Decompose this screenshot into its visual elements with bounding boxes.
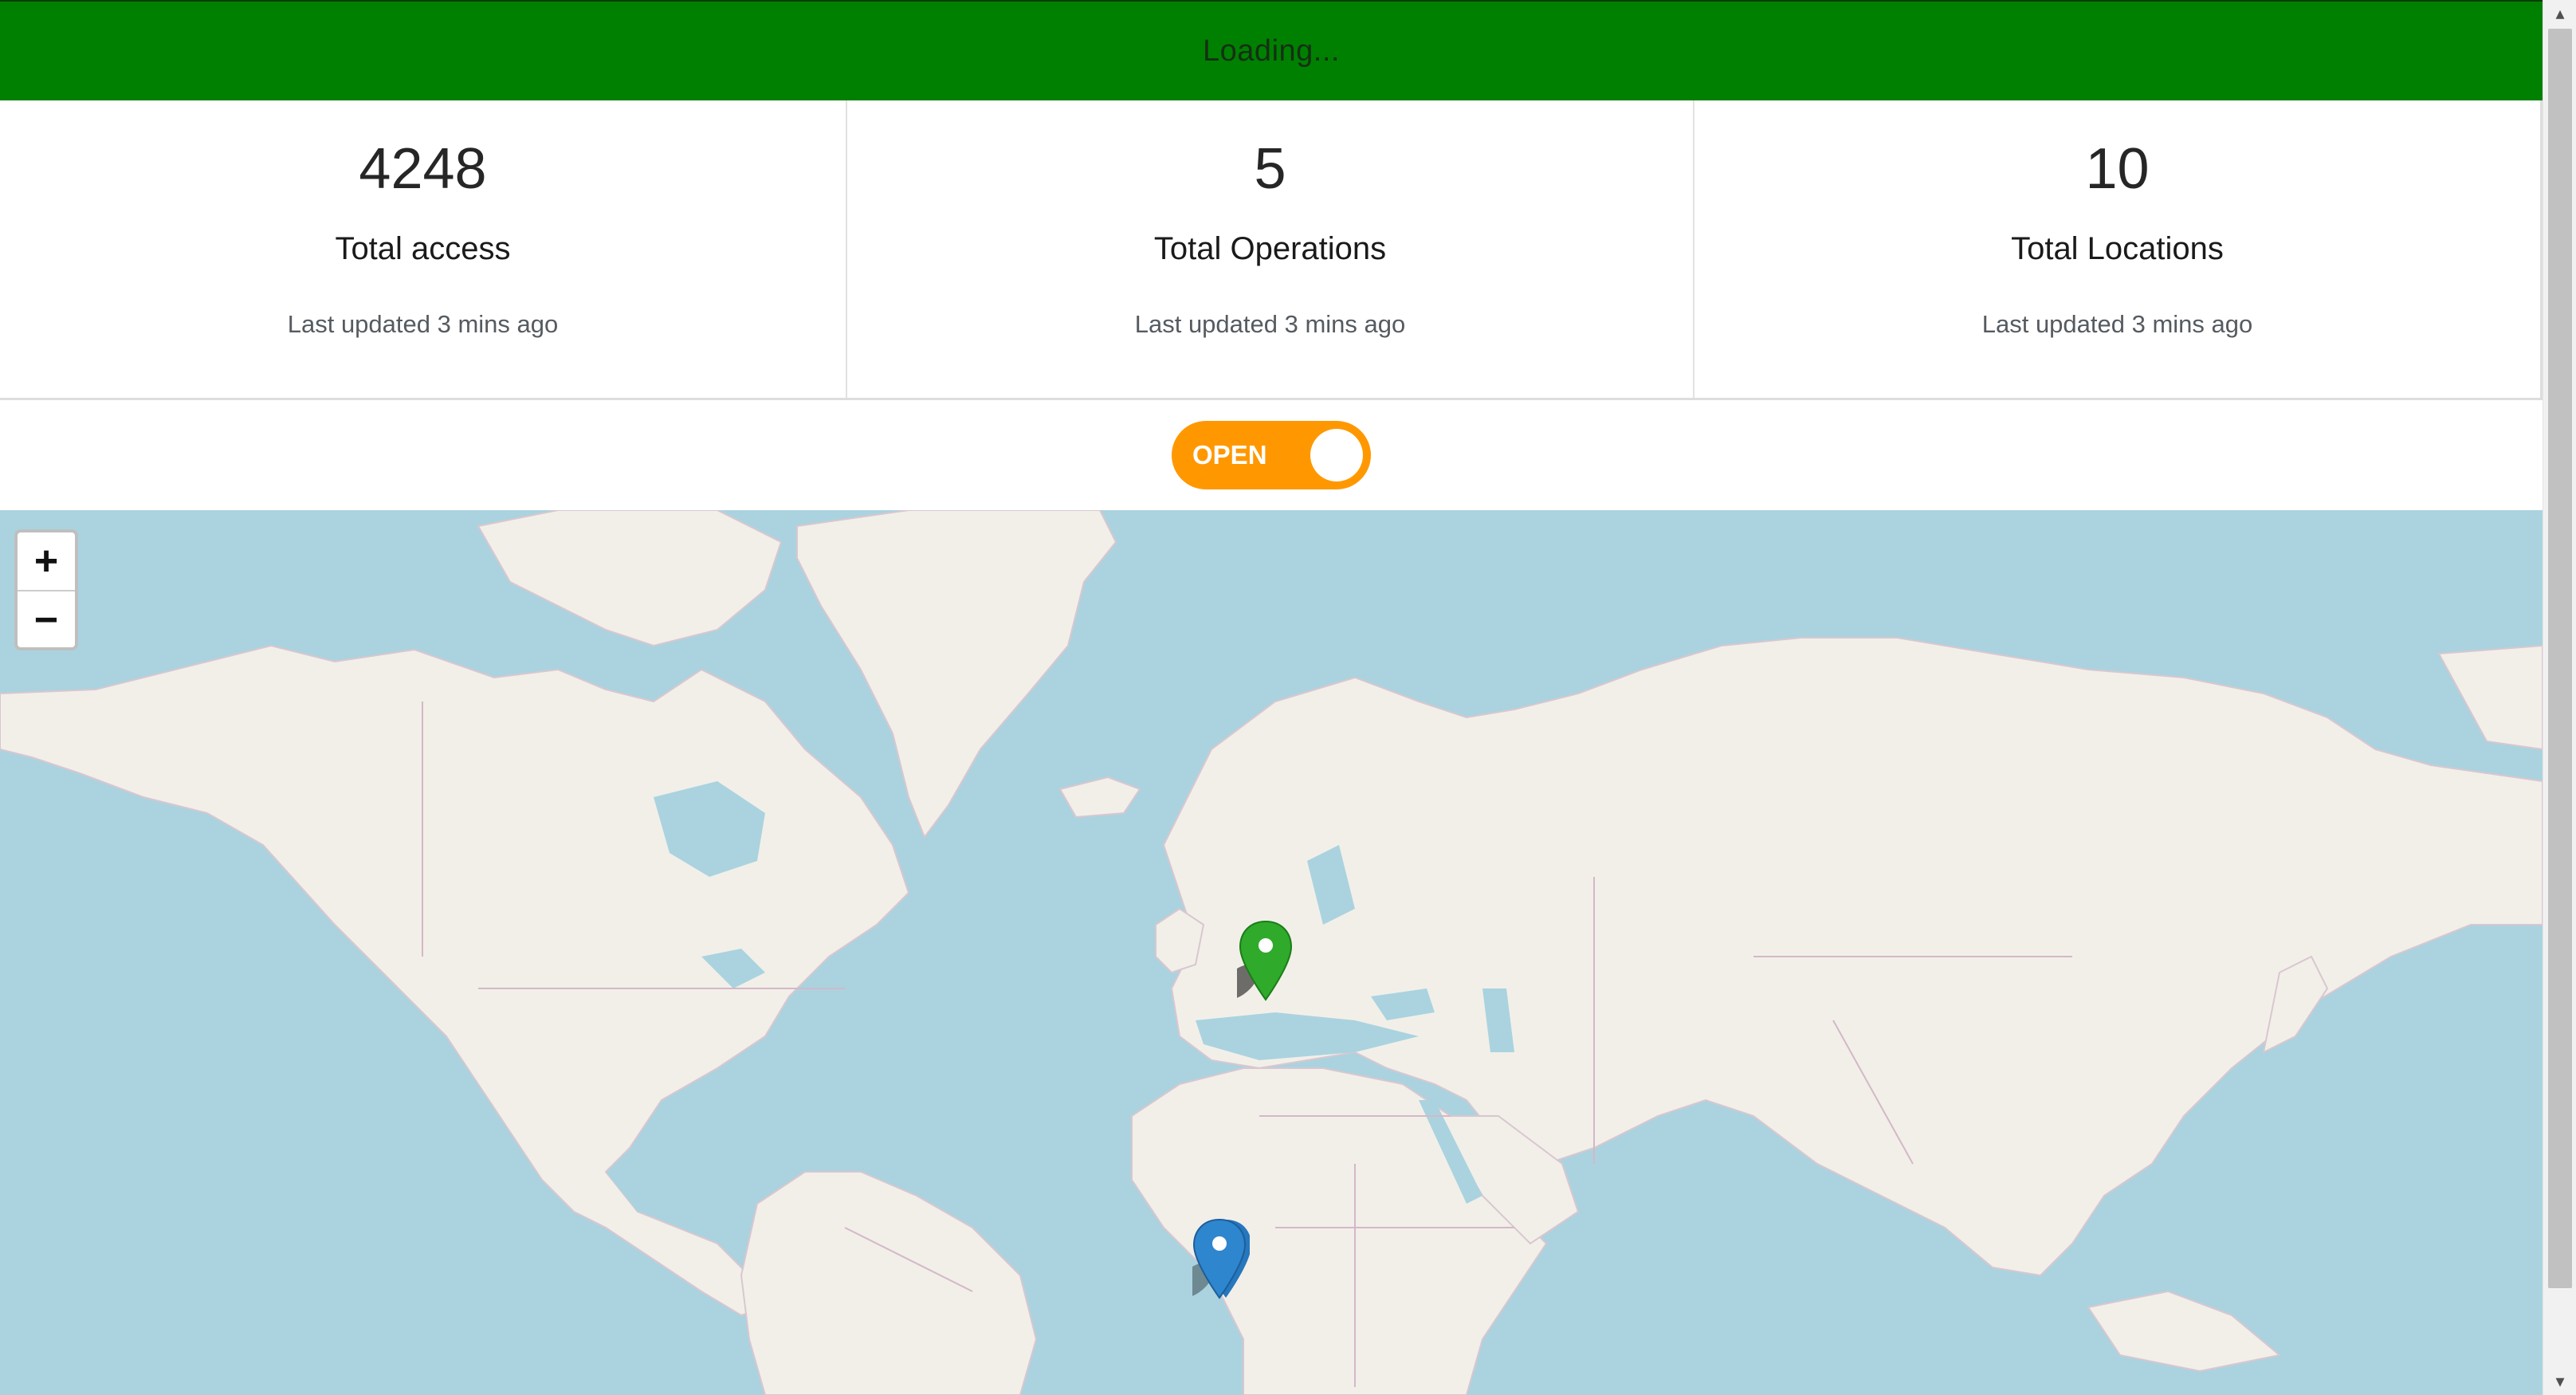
stat-card-total-locations: 10 Total Locations Last updated 3 mins a…	[1694, 100, 2543, 398]
zoom-control: + −	[14, 529, 78, 650]
stat-value: 4248	[359, 137, 487, 201]
loading-text: Loading...	[1203, 33, 1340, 68]
stat-title: Total Operations	[1153, 231, 1387, 266]
stat-title: Total Locations	[2011, 231, 2224, 266]
stat-title: Total access	[335, 231, 511, 266]
south-america-land	[740, 1171, 1038, 1395]
stats-panel: 4248 Total access Last updated 3 mins ag…	[0, 100, 2543, 400]
stat-updated: Last updated 3 mins ago	[1981, 310, 2253, 338]
scroll-down-arrow-icon[interactable]: ▾	[2543, 1368, 2576, 1395]
scroll-up-arrow-icon[interactable]: ▴	[2543, 0, 2576, 27]
stat-card-total-operations: 5 Total Operations Last updated 3 mins a…	[847, 100, 1694, 398]
toggle-row: OPEN	[0, 400, 2543, 510]
stat-value: 5	[1254, 137, 1286, 201]
toggle-knob[interactable]	[1310, 429, 1363, 481]
loading-banner: Loading...	[0, 0, 2543, 100]
stat-updated: Last updated 3 mins ago	[287, 310, 559, 338]
stat-value: 10	[2085, 137, 2150, 201]
stat-card-total-access: 4248 Total access Last updated 3 mins ag…	[0, 100, 847, 398]
main-content: Loading... 4248 Total access Last update…	[0, 0, 2543, 1395]
zoom-in-button[interactable]: +	[18, 532, 75, 591]
open-toggle-switch[interactable]: OPEN	[1172, 421, 1371, 489]
iceland-land	[1058, 776, 1141, 819]
app-page: Loading... 4248 Total access Last update…	[0, 0, 2576, 1395]
se-asia-islands-land	[2087, 1290, 2282, 1373]
vertical-scrollbar[interactable]: ▴ ▾	[2543, 0, 2576, 1395]
far-east-land	[2437, 644, 2543, 751]
europe-marker[interactable]	[1237, 920, 1294, 1003]
world-map[interactable]: + −	[0, 510, 2543, 1395]
stat-updated: Last updated 3 mins ago	[1134, 310, 1406, 338]
scroll-thumb[interactable]	[2548, 29, 2572, 1288]
toggle-label: OPEN	[1192, 440, 1267, 470]
arctic-islands-land	[477, 510, 783, 647]
west-africa-marker[interactable]	[1192, 1218, 1250, 1301]
zoom-out-button[interactable]: −	[18, 591, 75, 647]
